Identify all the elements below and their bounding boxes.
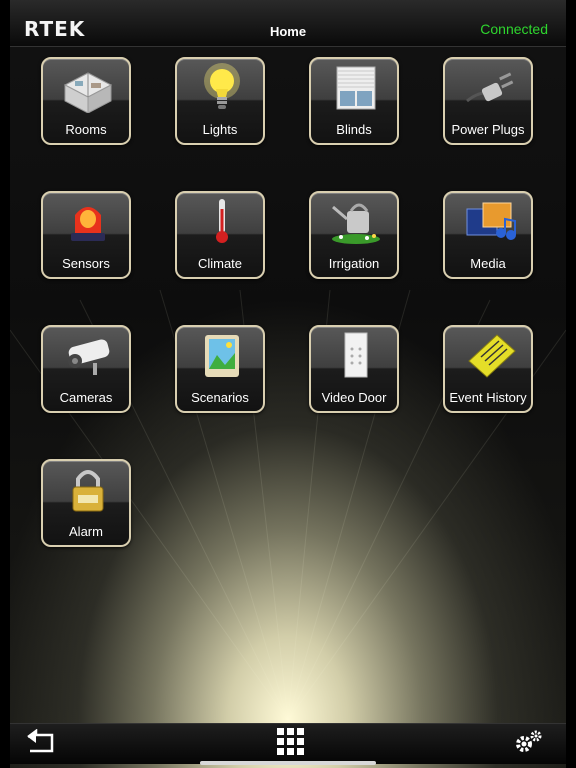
tile-scenarios[interactable]: Scenarios [175,325,265,413]
tile-label: Power Plugs [451,122,525,137]
tile-label: Alarm [69,524,103,539]
tile-power-plugs[interactable]: Power Plugs [443,57,533,145]
tile-lights[interactable]: Lights [175,57,265,145]
tile-label: Event History [449,390,527,405]
scenarios-icon [205,335,239,377]
gears-icon[interactable] [514,728,544,754]
blinds-icon [336,66,376,110]
home-indicator [200,761,376,765]
tile-label: Cameras [59,390,113,405]
back-arrow-icon[interactable] [26,729,56,753]
tile-event-history[interactable]: Event History [443,325,533,413]
tile-label: Video Door [321,390,387,405]
tile-sensors[interactable]: Sensors [41,191,131,279]
tile-rooms[interactable]: Rooms [41,57,131,145]
lightbulb-icon [204,63,240,109]
rooms-icon [63,72,113,113]
bottom-bar [10,723,566,764]
top-bar: RTEK Home Connected [10,0,566,47]
tile-irrigation[interactable]: Irrigation [309,191,399,279]
camera-icon [68,339,110,375]
media-icon [466,202,516,240]
thermometer-icon [216,199,228,243]
padlock-icon [72,470,104,512]
keypad-icon [344,332,368,378]
power-plug-icon [466,72,514,103]
connection-status: Connected [480,21,548,37]
watering-can-icon [332,203,380,244]
tile-label: Blinds [336,122,372,137]
tile-label: Irrigation [328,256,380,271]
tile-climate[interactable]: Climate [175,191,265,279]
siren-icon [71,207,105,241]
tile-label: Climate [197,256,243,271]
tile-label: Sensors [62,256,110,271]
tile-alarm[interactable]: Alarm [41,459,131,547]
tile-video-door[interactable]: Video Door [309,325,399,413]
tile-blinds[interactable]: Blinds [309,57,399,145]
tile-label: Scenarios [191,390,249,405]
grid-menu-icon[interactable] [276,727,306,757]
tile-media[interactable]: Media [443,191,533,279]
tile-label: Media [470,256,506,271]
tile-label: Lights [202,122,238,137]
notebook-icon [468,334,516,378]
tile-cameras[interactable]: Cameras [41,325,131,413]
tile-label: Rooms [65,122,107,137]
